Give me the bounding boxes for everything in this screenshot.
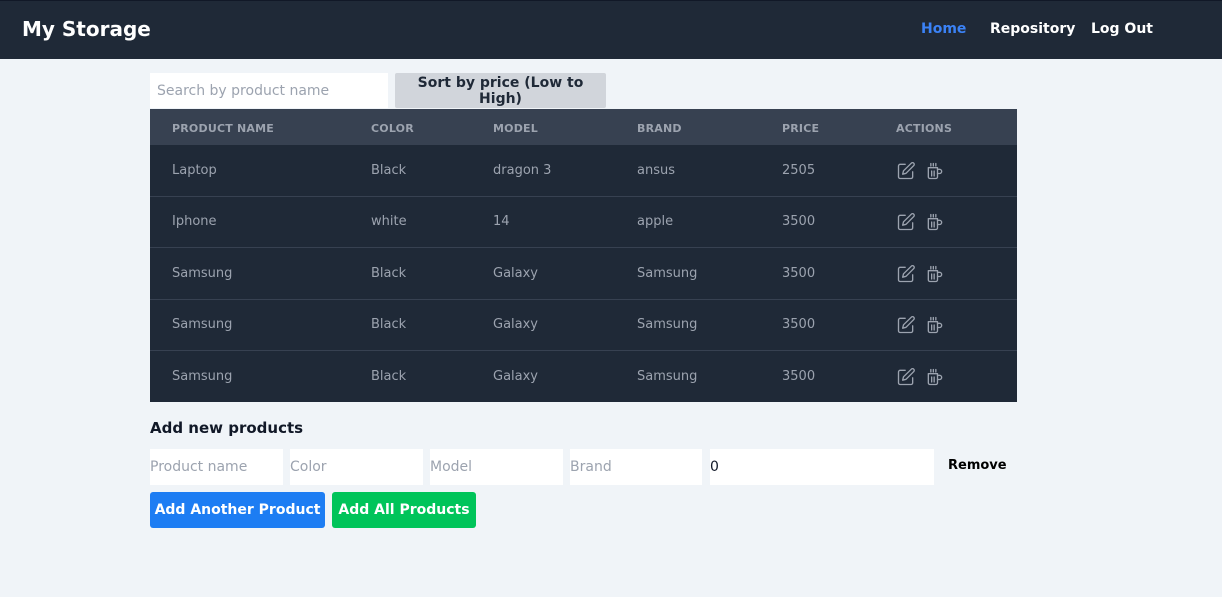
cell-brand: Samsung (637, 265, 698, 281)
price-field[interactable] (710, 449, 934, 485)
table-row: Samsung Black Galaxy Samsung 3500 (150, 248, 1017, 300)
edit-icon[interactable] (896, 367, 916, 387)
cell-color: Black (371, 265, 407, 281)
edit-icon[interactable] (896, 161, 916, 181)
nav-link-repository[interactable]: Repository (990, 21, 1075, 37)
column-header-price: PRICE (782, 122, 820, 135)
edit-icon[interactable] (896, 315, 916, 335)
remove-button[interactable]: Remove (948, 458, 1007, 473)
cell-model: 14 (493, 214, 510, 230)
cell-model: dragon 3 (493, 163, 552, 178)
product-name-field[interactable] (150, 449, 283, 485)
cell-model: Galaxy (493, 317, 539, 333)
delete-icon[interactable] (925, 212, 945, 232)
cell-color: Black (371, 317, 407, 333)
nav-link-home[interactable]: Home (921, 21, 966, 37)
delete-icon[interactable] (925, 161, 945, 181)
cell-product-name: Samsung (172, 368, 233, 384)
column-header-color: COLOR (371, 122, 414, 135)
add-products-title: Add new products (150, 419, 304, 437)
table-row: Laptop Black dragon 3 ansus 2505 (150, 145, 1017, 197)
cell-color: Black (371, 368, 407, 384)
cell-price: 3500 (782, 214, 816, 230)
delete-icon[interactable] (925, 367, 945, 387)
cell-color: white (371, 214, 407, 230)
nav-link-logout[interactable]: Log Out (1091, 21, 1153, 37)
products-table: PRODUCT NAME COLOR MODEL BRAND PRICE ACT… (150, 109, 1017, 402)
column-header-brand: BRAND (637, 122, 682, 135)
edit-icon[interactable] (896, 264, 916, 284)
cell-brand: Samsung (637, 317, 698, 333)
sort-by-price-button[interactable]: Sort by price (Low to High) (395, 73, 606, 108)
table-row: Samsung Black Galaxy Samsung 3500 (150, 299, 1017, 352)
cell-product-name: Iphone (172, 214, 217, 230)
cell-price: 2505 (782, 163, 816, 178)
cell-brand: apple (637, 214, 674, 230)
edit-icon[interactable] (896, 212, 916, 232)
add-another-product-button[interactable]: Add Another Product (150, 492, 325, 528)
model-field[interactable] (430, 449, 563, 485)
column-header-actions: ACTIONS (896, 122, 953, 135)
column-header-product-name: PRODUCT NAME (172, 122, 274, 135)
cell-color: Black (371, 163, 407, 178)
cell-price: 3500 (782, 317, 816, 333)
cell-product-name: Samsung (172, 265, 233, 281)
brand-title: My Storage (22, 17, 151, 41)
table-row: Iphone white 14 apple 3500 (150, 196, 1017, 249)
cell-brand: Samsung (637, 368, 698, 384)
brand-field[interactable] (570, 449, 702, 485)
cell-model: Galaxy (493, 368, 539, 384)
delete-icon[interactable] (925, 315, 945, 335)
cell-product-name: Laptop (172, 163, 217, 178)
color-field[interactable] (290, 449, 423, 485)
search-input[interactable] (150, 73, 388, 108)
cell-price: 3500 (782, 368, 816, 384)
table-row: Samsung Black Galaxy Samsung 3500 (150, 351, 1017, 403)
cell-model: Galaxy (493, 265, 539, 281)
delete-icon[interactable] (925, 264, 945, 284)
cell-product-name: Samsung (172, 317, 233, 333)
cell-price: 3500 (782, 265, 816, 281)
table-header: PRODUCT NAME COLOR MODEL BRAND PRICE ACT… (150, 109, 1017, 145)
top-navbar: My Storage Home Repository Log Out (0, 0, 1222, 59)
add-all-products-button[interactable]: Add All Products (332, 492, 476, 528)
column-header-model: MODEL (493, 122, 538, 135)
cell-brand: ansus (637, 163, 675, 178)
